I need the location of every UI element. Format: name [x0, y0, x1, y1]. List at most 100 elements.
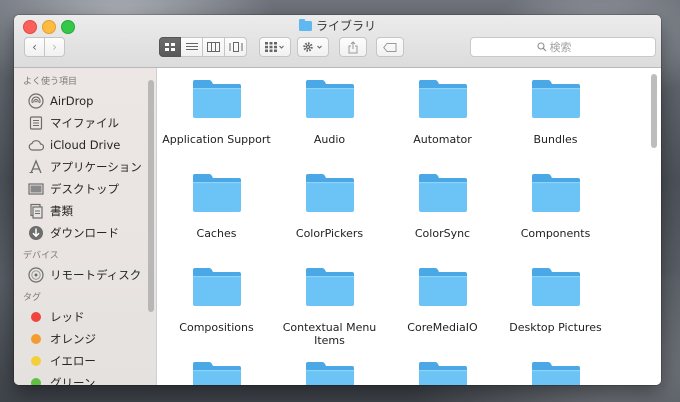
- folder-item[interactable]: Contextual Menu Items: [273, 266, 386, 347]
- folder-item[interactable]: ColorSync: [386, 172, 499, 240]
- folder-label: Audio: [313, 133, 346, 146]
- desktop-icon: [28, 181, 44, 197]
- folder-label: Application Support: [162, 133, 271, 146]
- sidebar-item-label: ダウンロード: [50, 226, 119, 240]
- folder-item[interactable]: [386, 360, 499, 385]
- file-browser: Application Support Audio Automator Bundles…: [157, 68, 661, 385]
- share-icon: [348, 40, 358, 53]
- gear-icon: [303, 42, 322, 52]
- folder-label: CoreMediaIO: [407, 321, 478, 334]
- folder-item[interactable]: Components: [499, 172, 612, 240]
- folder-icon: [192, 268, 241, 306]
- chevron-left-icon: ‹: [32, 40, 37, 54]
- action-button[interactable]: [297, 37, 329, 57]
- folder-item[interactable]: [160, 360, 273, 385]
- sidebar-item-label: マイファイル: [50, 116, 119, 130]
- folder-item[interactable]: [499, 360, 612, 385]
- folder-icon: [418, 362, 467, 385]
- sidebar-item-airdrop[interactable]: AirDrop: [14, 90, 156, 112]
- sidebar-item-tag-red[interactable]: レッド: [14, 306, 156, 328]
- folder-item[interactable]: [273, 360, 386, 385]
- sidebar-heading-favorites: よく使う項目: [23, 77, 78, 87]
- tag-red-dot-icon: [31, 312, 41, 322]
- folder-label: Compositions: [179, 321, 254, 334]
- tag-green-dot-icon: [31, 378, 41, 385]
- coverflow-view-button[interactable]: [225, 37, 247, 57]
- folder-icon: [192, 362, 241, 385]
- remote-disc-icon: [28, 267, 44, 283]
- sidebar-item-tag-yellow[interactable]: イエロー: [14, 350, 156, 372]
- titlebar: ライブラリ ‹ ›: [14, 15, 661, 68]
- coverflow-view-icon: [229, 42, 242, 52]
- folder-icon: [418, 268, 467, 306]
- folder-icon: [531, 80, 580, 118]
- share-button[interactable]: [339, 37, 367, 57]
- tag-orange-dot-icon: [31, 334, 41, 344]
- sidebar-item-label: デスクトップ: [50, 182, 119, 196]
- grid-arrange-icon: [265, 42, 284, 52]
- folder-item[interactable]: ColorPickers: [273, 172, 386, 240]
- search-field[interactable]: [470, 37, 656, 57]
- downloads-icon: [28, 225, 44, 241]
- folder-icon: [305, 362, 354, 385]
- sidebar-item-all-my-files[interactable]: マイファイル: [14, 112, 156, 134]
- sidebar-item-label: 書類: [50, 204, 73, 218]
- tag-button[interactable]: [376, 37, 404, 57]
- back-button[interactable]: ‹: [24, 37, 45, 57]
- folder-label: Contextual Menu Items: [282, 321, 377, 347]
- folder-item[interactable]: CoreMediaIO: [386, 266, 499, 334]
- folder-icon: [531, 174, 580, 212]
- window-title: ライブラリ: [14, 18, 661, 34]
- list-view-button[interactable]: [181, 37, 203, 57]
- folder-icon: [305, 174, 354, 212]
- list-view-icon: [185, 43, 198, 50]
- folder-icon: [192, 174, 241, 212]
- sidebar-item-label: グリーン: [50, 376, 96, 385]
- folder-label: Components: [520, 227, 591, 240]
- sidebar-item-applications[interactable]: アプリケーション: [14, 156, 156, 178]
- sidebar-item-tag-orange[interactable]: オレンジ: [14, 328, 156, 350]
- sidebar: よく使う項目 AirDrop マイファイル iCloud Drive アプリケー…: [14, 68, 157, 385]
- folder-item[interactable]: Automator: [386, 78, 499, 146]
- folder-icon: [418, 174, 467, 212]
- all-my-files-icon: [28, 115, 44, 131]
- folder-icon: [531, 268, 580, 306]
- folder-item[interactable]: Desktop Pictures: [499, 266, 612, 334]
- search-input[interactable]: [546, 40, 590, 54]
- icon-view-button[interactable]: [159, 37, 181, 57]
- sidebar-item-label: レッド: [50, 310, 85, 324]
- folder-item[interactable]: Bundles: [499, 78, 612, 146]
- sidebar-item-remote-disc[interactable]: リモートディスク: [14, 264, 156, 286]
- finder-window: ライブラリ ‹ › 検索 よく使う項目 AirDrop マイファイル iClou…: [14, 15, 661, 385]
- window-title-text: ライブラリ: [315, 19, 376, 33]
- tag-yellow-dot-icon: [31, 356, 41, 366]
- sidebar-item-downloads[interactable]: ダウンロード: [14, 222, 156, 244]
- sidebar-item-label: リモートディスク: [50, 268, 142, 282]
- sidebar-item-label: イエロー: [50, 354, 96, 368]
- airdrop-icon: [28, 93, 44, 109]
- content-scrollbar[interactable]: [651, 74, 657, 148]
- sidebar-item-icloud-drive[interactable]: iCloud Drive: [14, 134, 156, 156]
- sidebar-item-desktop[interactable]: デスクトップ: [14, 178, 156, 200]
- folder-label: Desktop Pictures: [509, 321, 602, 334]
- folder-item[interactable]: Audio: [273, 78, 386, 146]
- folder-item[interactable]: Application Support: [160, 78, 273, 146]
- applications-icon: [28, 159, 44, 175]
- folder-item[interactable]: Caches: [160, 172, 273, 240]
- sidebar-scrollbar[interactable]: [148, 80, 154, 312]
- tag-icon: [383, 42, 397, 52]
- sidebar-heading-devices: デバイス: [23, 251, 59, 261]
- arrange-button[interactable]: [259, 37, 291, 57]
- folder-icon: [531, 362, 580, 385]
- sidebar-item-tag-green[interactable]: グリーン: [14, 372, 156, 385]
- folder-label: Automator: [413, 133, 472, 146]
- folder-item[interactable]: Compositions: [160, 266, 273, 334]
- column-view-button[interactable]: [203, 37, 225, 57]
- forward-button[interactable]: ›: [44, 37, 65, 57]
- search-icon: [536, 42, 546, 52]
- folder-icon: [418, 80, 467, 118]
- view-mode-selector: [159, 37, 247, 57]
- folder-label: Caches: [196, 227, 237, 240]
- folder-icon: [305, 80, 354, 118]
- sidebar-item-documents[interactable]: 書類: [14, 200, 156, 222]
